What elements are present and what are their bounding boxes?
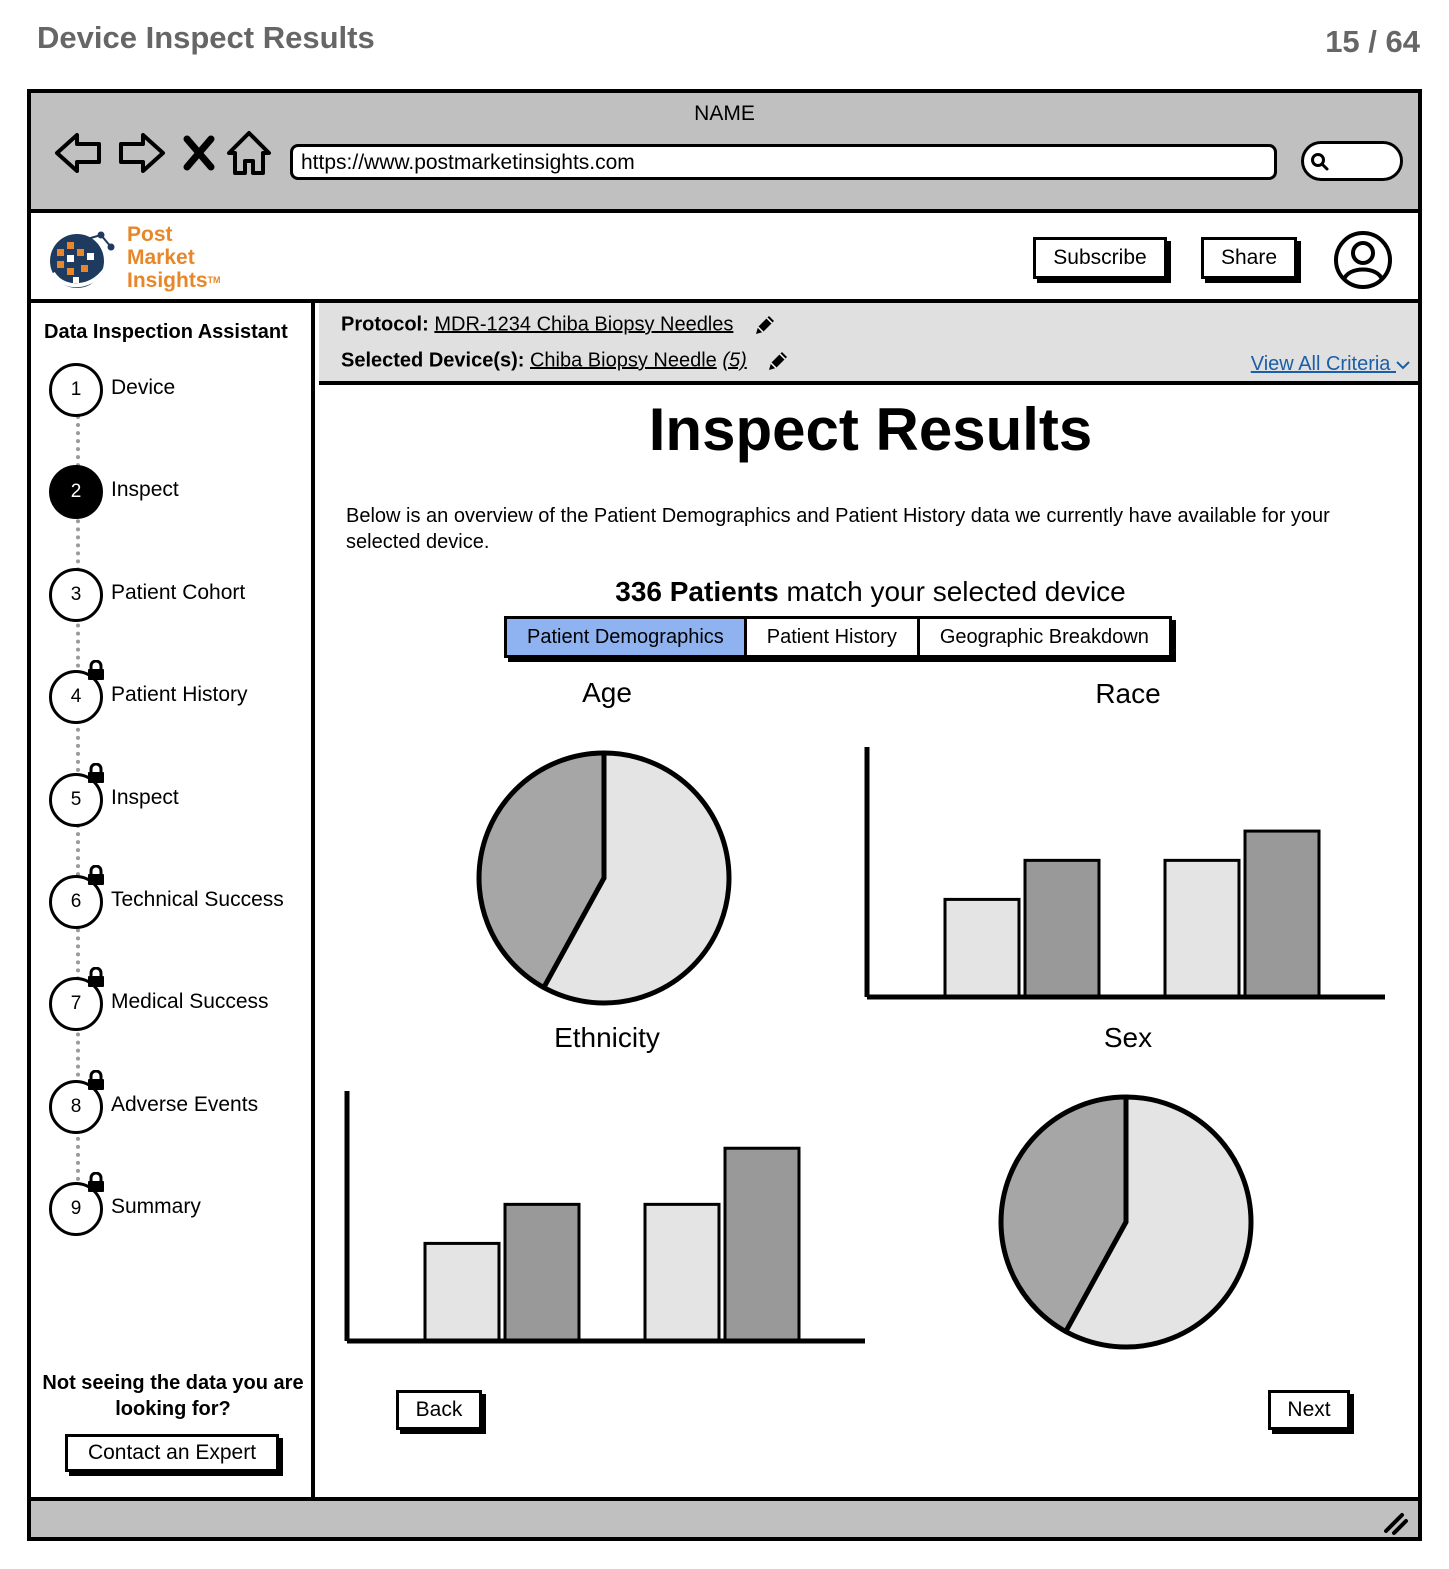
forward-arrow-icon[interactable] (115, 129, 167, 177)
tab-geographic-breakdown[interactable]: Geographic Breakdown (920, 619, 1169, 655)
selected-device-count[interactable]: (5) (722, 349, 746, 371)
overview-description: Below is an overview of the Patient Demo… (346, 505, 1330, 553)
ethnicity-bar (503, 1202, 581, 1343)
user-avatar-icon[interactable] (1333, 230, 1393, 290)
search-icon (1311, 153, 1329, 171)
resize-handle-icon[interactable] (1380, 1507, 1410, 1537)
step-label: Patient History (111, 683, 248, 707)
page-counter: 15 / 64 (1325, 24, 1420, 59)
race-bar (1163, 858, 1241, 999)
step-label: Inspect (111, 785, 179, 809)
brand-name: Post Market InsightsTM (127, 223, 221, 292)
edit-device-pencil-icon[interactable] (766, 349, 790, 373)
sidebar: Data Inspection Assistant 1 Device 2 Inspec… (31, 303, 315, 1497)
lock-icon (88, 967, 104, 988)
step-label: Medical Success (111, 990, 269, 1014)
post-market-insights-logo (50, 231, 115, 288)
ethnicity-bar-chart (344, 1091, 865, 1344)
back-arrow-icon[interactable] (53, 129, 105, 177)
chevron-down-icon (1396, 361, 1410, 370)
step-item[interactable]: 8 Adverse Events (49, 1069, 315, 1136)
ethnicity-bar (643, 1202, 721, 1343)
ethnicity-bar (723, 1146, 801, 1343)
step-item[interactable]: 7 Medical Success (49, 967, 315, 1033)
brand-line-insights: Insights (127, 269, 208, 292)
step-item[interactable]: 3 Patient Cohort (49, 567, 315, 624)
url-bar[interactable]: https://www.postmarketinsights.com (290, 144, 1277, 180)
selected-device-row: Selected Device(s): Chiba Biopsy Needle … (341, 349, 790, 373)
step-label: Inspect (111, 478, 179, 502)
chart-title-age: Age (582, 677, 632, 708)
lock-icon (88, 660, 104, 681)
view-all-criteria-link[interactable]: View All Criteria (1251, 353, 1410, 376)
share-button[interactable]: Share (1201, 237, 1297, 279)
step-label: Summary (111, 1195, 201, 1219)
step-number: 2 (49, 465, 103, 520)
browser-chrome: NAME https://www.postmarketinsights.com (31, 93, 1418, 213)
tab-patient-demographics[interactable]: Patient Demographics (507, 619, 747, 655)
step-item[interactable]: 1 Device (49, 363, 315, 419)
page-title: Device Inspect Results (37, 20, 375, 55)
trademark-symbol: TM (207, 275, 221, 285)
step-label: Technical Success (111, 888, 284, 911)
selected-device-link[interactable]: Chiba Biopsy Needle (530, 349, 717, 371)
step-label: Patient Cohort (111, 580, 246, 604)
ethnicity-bar (423, 1241, 501, 1343)
chart-title-ethnicity: Ethnicity (554, 1022, 660, 1053)
race-bar (1243, 829, 1321, 999)
lock-icon (88, 865, 104, 885)
step-item[interactable]: 4 Patient History (49, 660, 315, 726)
patient-match-suffix: match your selected device (778, 576, 1126, 607)
close-icon[interactable] (179, 129, 219, 177)
step-item[interactable]: 6 Technical Success (49, 865, 315, 931)
step-item[interactable]: 9 Summary (49, 1172, 315, 1238)
sidebar-title: Data Inspection Assistant (44, 321, 288, 343)
tab-patient-history[interactable]: Patient History (747, 619, 920, 655)
next-button[interactable]: Next (1268, 1390, 1350, 1430)
protocol-row: Protocol: MDR-1234 Chiba Biopsy Needles (341, 313, 777, 337)
selected-device-label: Selected Device(s): (341, 349, 525, 372)
edit-protocol-pencil-icon[interactable] (753, 313, 777, 337)
protocol-link[interactable]: MDR-1234 Chiba Biopsy Needles (434, 313, 733, 335)
race-bar-chart (864, 747, 1385, 1000)
step-label: Adverse Events (111, 1092, 259, 1116)
protocol-label: Protocol: (341, 313, 429, 336)
patient-match-summary: 336 Patients match your selected device (319, 576, 1418, 608)
results-tabs: Patient Demographics Patient History Geogr… (504, 616, 1172, 658)
step-label: Device (111, 376, 176, 399)
chart-title-race: Race (1095, 678, 1161, 709)
back-button[interactable]: Back (396, 1390, 482, 1430)
race-bar (943, 897, 1021, 999)
lock-icon (88, 1069, 104, 1090)
browser-status-bar (31, 1497, 1418, 1537)
subscribe-button[interactable]: Subscribe (1033, 237, 1167, 279)
race-bar (1023, 858, 1101, 999)
window-name: NAME (694, 102, 755, 125)
criteria-bar: Protocol: MDR-1234 Chiba Biopsy Needles … (319, 303, 1418, 385)
step-number: 1 (49, 363, 103, 417)
step-item[interactable]: 5 Inspect (49, 762, 315, 829)
view-all-criteria-label: View All Criteria (1250, 353, 1391, 375)
lock-icon (88, 1172, 104, 1193)
sex-pie-chart (998, 1094, 1254, 1350)
browser-window: NAME https://www.postmarketinsights.com (27, 89, 1422, 1541)
home-icon[interactable] (225, 129, 273, 177)
patient-count: 336 Patients (615, 576, 779, 607)
age-pie-chart (476, 750, 732, 1006)
main-heading: Inspect Results (648, 396, 1093, 463)
step-item[interactable]: 2 Inspect (49, 465, 315, 521)
step-number: 3 (49, 567, 103, 622)
lock-icon (88, 762, 104, 783)
help-text: Not seeing the data you are looking for? (42, 1372, 304, 1420)
contact-expert-button[interactable]: Contact an Expert (65, 1434, 279, 1472)
brand-line-post: Post (127, 223, 173, 246)
chart-title-sex: Sex (1103, 1022, 1153, 1053)
brand-line-market: Market (127, 246, 195, 269)
browser-search-field[interactable] (1301, 141, 1403, 181)
